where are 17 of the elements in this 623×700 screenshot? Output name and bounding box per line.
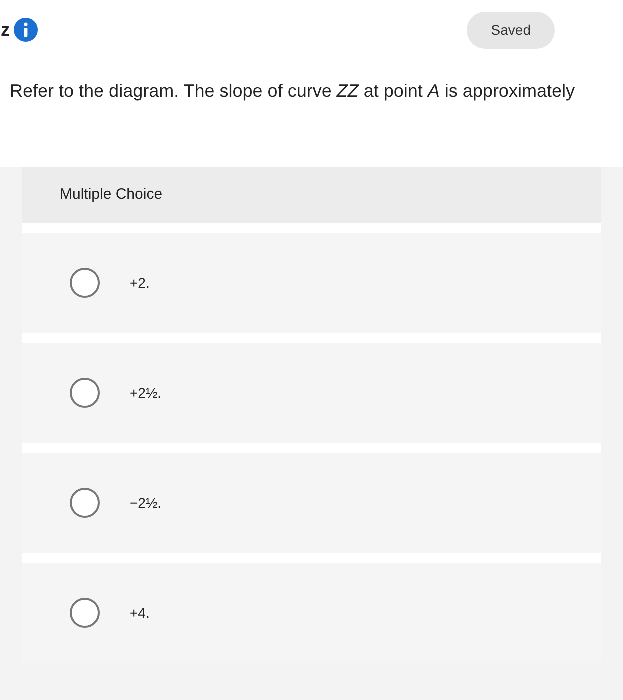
choice-row[interactable]: −2½. xyxy=(22,453,601,553)
choice-label: −2½. xyxy=(130,494,162,512)
radio-button[interactable] xyxy=(70,268,100,298)
choice-row[interactable]: +2. xyxy=(22,233,601,333)
choice-label: +2. xyxy=(130,274,150,292)
info-icon[interactable] xyxy=(14,18,38,42)
card-heading: Multiple Choice xyxy=(60,184,163,205)
choice-row[interactable]: +2½. xyxy=(22,343,601,443)
radio-button[interactable] xyxy=(70,488,100,518)
cut-text: z xyxy=(1,18,10,42)
choice-label: +4. xyxy=(130,604,150,622)
radio-button[interactable] xyxy=(70,378,100,408)
choice-label: +2½. xyxy=(130,384,162,402)
radio-button[interactable] xyxy=(70,598,100,628)
saved-button[interactable]: Saved xyxy=(467,12,555,48)
choice-row[interactable]: +4. xyxy=(22,563,601,663)
question-text: Refer to the diagram. The slope of curve ZZ at point A is approximately xyxy=(10,80,576,103)
